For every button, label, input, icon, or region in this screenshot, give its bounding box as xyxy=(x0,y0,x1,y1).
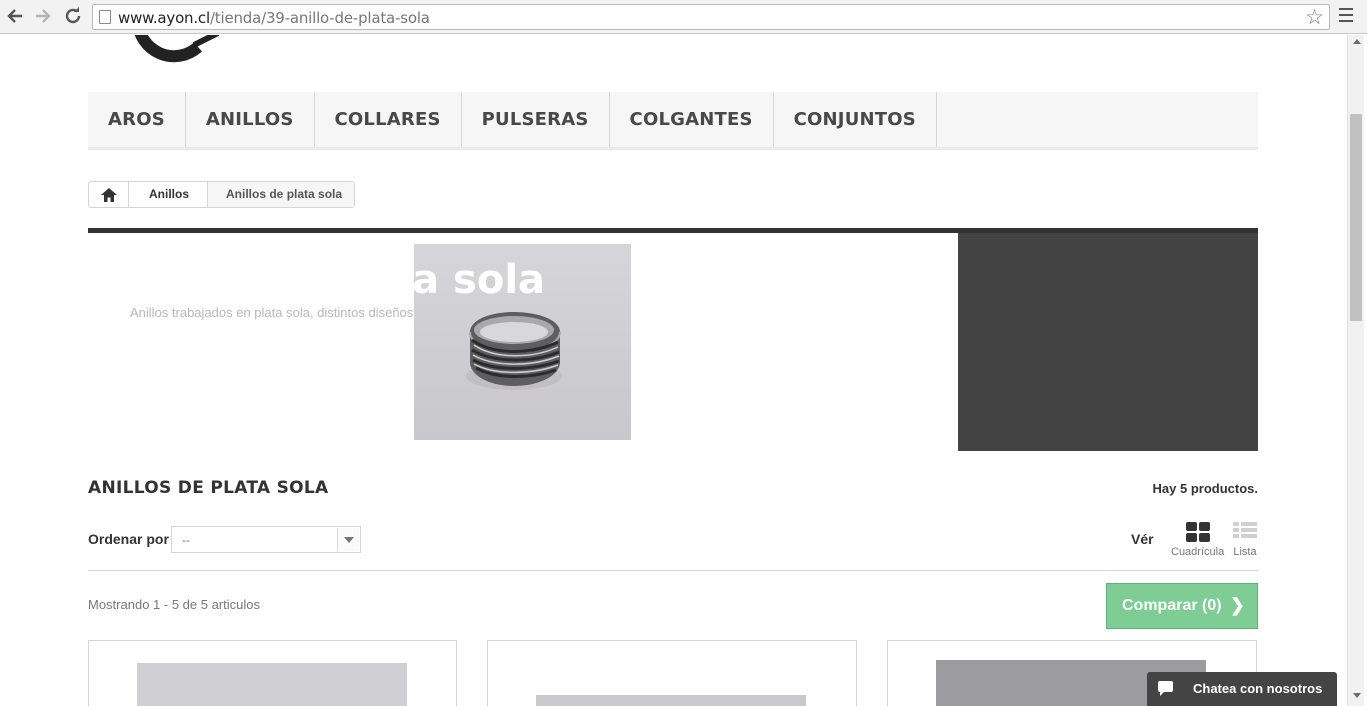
menu-item-anillos[interactable]: ANILLOS xyxy=(186,92,315,147)
page-icon xyxy=(99,10,111,24)
sort-select[interactable]: -- xyxy=(171,526,361,553)
forward-icon[interactable] xyxy=(32,5,54,27)
view-label: Vér xyxy=(1131,531,1154,547)
breadcrumb-home[interactable] xyxy=(89,182,129,207)
list-icon xyxy=(1233,522,1257,542)
sort-label: Ordenar por xyxy=(88,531,169,547)
compare-button-label: Comparar (0) xyxy=(1122,597,1222,614)
back-icon[interactable] xyxy=(4,5,26,27)
address-bar[interactable]: www.ayon.cl/tienda/39-anillo-de-plata-so… xyxy=(92,4,1330,30)
breadcrumb-current: Anillos de plata sola xyxy=(208,182,355,207)
reload-icon[interactable] xyxy=(62,5,84,27)
menu-item-pulseras[interactable]: PULSERAS xyxy=(462,92,610,147)
menu-item-conjuntos[interactable]: CONJUNTOS xyxy=(774,92,937,147)
chevron-down-icon[interactable] xyxy=(337,528,359,551)
url-path: /tienda/39-anillo-de-plata-sola xyxy=(209,9,430,27)
view-grid-label: Cuadrícula xyxy=(1171,546,1225,558)
main-menu: AROS ANILLOS COLLARES PULSERAS COLGANTES… xyxy=(88,92,1258,150)
results-summary: Mostrando 1 - 5 de 5 articulos xyxy=(88,597,260,612)
view-grid-button[interactable]: Cuadrícula xyxy=(1171,522,1224,558)
product-card[interactable] xyxy=(487,640,857,706)
category-description: Anillos trabajados en plata sola, distin… xyxy=(130,305,456,320)
page-content: AROS ANILLOS COLLARES PULSERAS COLGANTES… xyxy=(0,35,1347,706)
category-banner-title: ta sola xyxy=(393,257,546,303)
chat-bubble-icon xyxy=(1158,681,1173,696)
scroll-down-icon[interactable] xyxy=(1353,693,1361,698)
sort-select-value: -- xyxy=(182,533,190,547)
site-logo[interactable] xyxy=(134,35,224,67)
bookmark-star-icon[interactable]: ☆ xyxy=(1305,5,1324,30)
product-count: Hay 5 productos. xyxy=(1152,481,1258,496)
divider xyxy=(88,570,1258,571)
category-heading: ANILLOS DE PLATA SOLA xyxy=(88,478,329,498)
menu-item-colgantes[interactable]: COLGANTES xyxy=(610,92,774,147)
product-image[interactable] xyxy=(536,695,806,706)
compare-button[interactable]: Comparar (0) ❯ xyxy=(1106,583,1258,629)
grid-icon xyxy=(1185,522,1210,542)
category-banner: Anillos trabajados en plata sola, distin… xyxy=(88,228,1258,451)
url-text: www.ayon.cl/tienda/39-anillo-de-plata-so… xyxy=(118,9,430,27)
view-list-label: Lista xyxy=(1233,546,1257,558)
view-list-button[interactable]: Lista xyxy=(1233,522,1257,558)
browser-toolbar: www.ayon.cl/tienda/39-anillo-de-plata-so… xyxy=(0,0,1367,34)
url-host: www.ayon.cl xyxy=(118,9,210,27)
browser-menu-icon[interactable] xyxy=(1339,8,1353,24)
banner-dark-panel xyxy=(958,233,1258,451)
chat-label: Chatea con nosotros xyxy=(1193,681,1323,696)
product-card[interactable] xyxy=(88,640,457,706)
menu-item-collares[interactable]: COLLARES xyxy=(315,92,462,147)
home-icon xyxy=(101,188,117,202)
chevron-right-icon: ❯ xyxy=(1229,595,1245,615)
scrollbar-thumb[interactable] xyxy=(1350,114,1362,321)
product-image[interactable] xyxy=(137,663,407,706)
menu-item-aros[interactable]: AROS xyxy=(88,92,186,147)
chat-widget[interactable]: Chatea con nosotros xyxy=(1147,672,1337,706)
breadcrumb-anillos[interactable]: Anillos xyxy=(129,182,209,207)
scroll-up-icon[interactable] xyxy=(1353,39,1361,44)
scrollbar[interactable] xyxy=(1347,35,1364,706)
breadcrumb: Anillos Anillos de plata sola xyxy=(88,181,356,208)
